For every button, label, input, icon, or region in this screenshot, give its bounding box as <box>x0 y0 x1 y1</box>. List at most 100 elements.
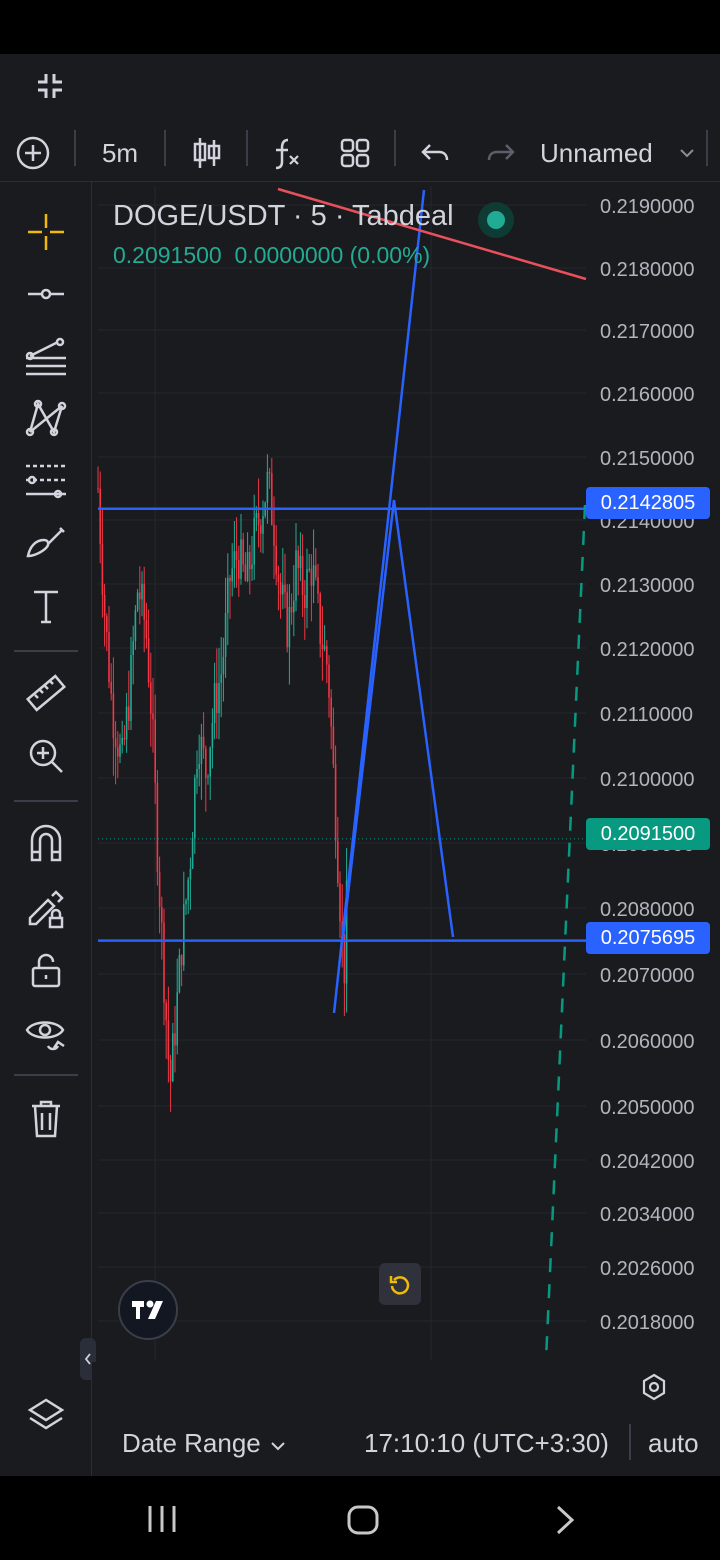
candle-body <box>216 683 218 714</box>
candle-body <box>123 737 126 740</box>
candle-body <box>103 594 106 617</box>
candle-body <box>286 592 288 648</box>
add-symbol-icon[interactable] <box>12 124 54 182</box>
candle-body <box>229 577 231 582</box>
candle-body <box>266 471 269 503</box>
candle-body <box>222 656 225 675</box>
lock-drawing-icon[interactable] <box>18 880 74 936</box>
chevron-left-icon <box>84 1353 91 1365</box>
clock-timezone[interactable]: 17:10:10 (UTC+3:30) <box>364 1428 609 1459</box>
toolbar-divider <box>74 130 76 166</box>
candle-body <box>317 577 319 594</box>
candle-body <box>202 736 205 749</box>
candle-body <box>180 955 183 966</box>
candle-body <box>295 550 297 601</box>
trend-line-icon[interactable] <box>18 266 74 322</box>
interval-button[interactable]: 5m <box>90 124 150 182</box>
upper-line-price-tag[interactable]: 0.2142805 <box>586 487 710 519</box>
candle-body <box>235 551 238 560</box>
exit-fullscreen-icon[interactable] <box>32 68 68 104</box>
candle-body <box>147 638 150 683</box>
candle-body <box>130 655 132 721</box>
toolbar-divider <box>629 1424 631 1460</box>
candle-body <box>205 748 207 778</box>
candle-body <box>165 1002 167 1021</box>
ruler-icon[interactable] <box>18 666 74 722</box>
price-tick-label: 0.2050000 <box>600 1097 695 1119</box>
prediction-tools-icon[interactable] <box>18 452 74 508</box>
chevron-down-icon[interactable] <box>676 124 698 182</box>
indicators-icon[interactable] <box>266 124 308 182</box>
back-icon[interactable] <box>554 1504 576 1536</box>
tradingview-logo <box>118 1280 178 1340</box>
candle-body <box>323 646 326 650</box>
candle-body <box>240 539 242 579</box>
candle-body <box>332 726 335 765</box>
candle-body <box>187 879 189 901</box>
legend-change: 0.0000000 <box>234 242 344 268</box>
trash-icon[interactable] <box>18 1090 74 1146</box>
candle-body <box>213 683 216 723</box>
fib-retracement-icon[interactable] <box>18 328 74 384</box>
candle-body <box>279 581 282 595</box>
candle-body <box>233 551 236 569</box>
zoom-in-icon[interactable] <box>18 728 74 784</box>
candle-body <box>132 641 134 656</box>
candle-body <box>337 840 339 884</box>
legend-values: 0.2091500 0.0000000 (0.00%) <box>113 242 430 269</box>
undo-icon[interactable] <box>414 124 456 182</box>
candle-body <box>194 777 196 839</box>
chart-settings-icon[interactable] <box>639 1372 669 1402</box>
candle-body <box>268 471 271 474</box>
candle-body <box>282 584 284 595</box>
candle-body <box>141 583 143 600</box>
market-status-icon[interactable] <box>478 202 514 238</box>
price-tick-label: 0.2026000 <box>600 1258 695 1280</box>
candle-body <box>191 838 194 869</box>
layout-name-button[interactable]: Unnamed <box>540 124 664 182</box>
price-tick-label: 0.2080000 <box>600 899 695 921</box>
candle-body <box>218 682 220 714</box>
symbol-title[interactable]: DOGE/USDT · 5 · Tabdeal <box>113 200 454 233</box>
chart-grid <box>98 186 586 1360</box>
text-tool-icon[interactable] <box>18 578 74 634</box>
candle-body <box>108 631 110 683</box>
layout-grid-icon[interactable] <box>334 124 376 182</box>
candle-body <box>158 871 161 907</box>
candle-body <box>167 1020 170 1060</box>
crosshair-icon[interactable] <box>18 204 74 260</box>
visibility-icon[interactable] <box>18 1004 74 1060</box>
pattern-icon[interactable] <box>18 390 74 446</box>
candle-body <box>209 747 211 777</box>
price-tick-label: 0.2070000 <box>600 965 695 987</box>
lower-line-price-tag[interactable]: 0.2075695 <box>586 922 710 954</box>
candle-body <box>326 646 328 665</box>
home-icon[interactable] <box>346 1504 380 1536</box>
candle-body <box>99 488 101 544</box>
candle-body <box>121 737 123 745</box>
chart-canvas[interactable]: 0.2190000 0.2180000 0.2170000 0.2160000 0.21… <box>92 182 720 1362</box>
last-price-tag: 0.2091500 <box>586 818 710 850</box>
reset-chart-button[interactable] <box>379 1263 421 1305</box>
chevron-down-icon[interactable] <box>270 1438 286 1451</box>
brush-icon[interactable] <box>18 514 74 570</box>
price-tick-label: 0.2150000 <box>600 448 695 470</box>
date-range-button[interactable]: Date Range <box>122 1428 261 1459</box>
candle-body <box>251 564 253 570</box>
candles-style-icon[interactable] <box>186 124 228 182</box>
candle-body <box>163 922 165 1003</box>
magnet-icon[interactable] <box>18 816 74 872</box>
candle-body <box>169 1059 172 1082</box>
candle-body <box>284 584 286 593</box>
candle-body <box>110 682 112 694</box>
recent-apps-icon[interactable] <box>146 1504 178 1534</box>
unlock-icon[interactable] <box>18 942 74 998</box>
candle-body <box>277 574 280 582</box>
redo-icon[interactable] <box>480 124 522 182</box>
candle-body <box>301 555 304 596</box>
candle-body <box>249 552 251 570</box>
price-tick-label: 0.2110000 <box>600 704 693 726</box>
auto-scale-button[interactable]: auto <box>648 1428 699 1459</box>
layers-icon[interactable] <box>18 1388 74 1444</box>
bottom-toolbar: Date Range 17:10:10 (UTC+3:30) auto <box>92 1408 720 1476</box>
